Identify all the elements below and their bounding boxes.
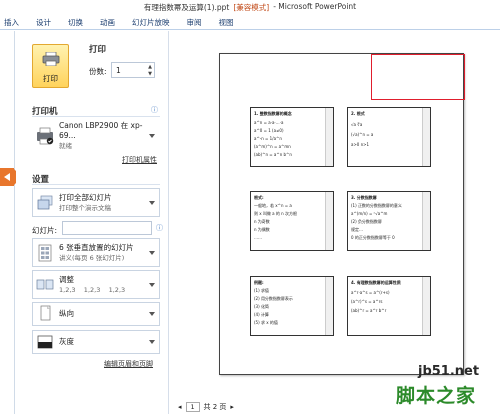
highlight-box [371, 54, 465, 100]
orientation-main: 纵向 [59, 309, 74, 318]
copies-value[interactable]: 1 [116, 66, 121, 75]
orientation-dropdown[interactable]: 纵向 [32, 302, 160, 326]
slide-thumbnail: 根式: 一般地，若 x^n = a 则 x 叫做 a 的 n 次方根 n 为奇数… [250, 191, 334, 251]
tab-transitions[interactable]: 切换 [68, 17, 83, 28]
tab-slideshow[interactable]: 幻灯片放映 [132, 17, 170, 28]
previous-page-icon[interactable]: ◂ [178, 403, 182, 411]
chevron-down-icon [149, 250, 155, 255]
chevron-down-icon [149, 133, 155, 138]
slide-thumbnail: 4. 有理数指数幂的运算性质 a^r·a^s = a^(r+s) (a^r)^s… [347, 276, 431, 336]
all-slides-icon [35, 193, 55, 213]
printer-name: Canon LBP2900 在 xp-69... [59, 120, 143, 140]
print-range-sub: 打印整个演示文稿 [59, 203, 111, 212]
slide-thumbnail: 3. 分数指数幂 (1) 正数的分数指数幂的意义 a^(m/n) = ⁿ√a^m… [347, 191, 431, 251]
copies-stepper[interactable]: 1 ▲ ▼ [111, 62, 155, 78]
print-heading: 打印 [89, 45, 107, 55]
document-name: 有理指数幂及运算(1).ppt [143, 3, 230, 12]
printer-device-icon [35, 126, 55, 146]
chevron-down-icon [149, 200, 155, 205]
slides-input[interactable] [62, 221, 152, 235]
color-dropdown[interactable]: 灰度 [32, 330, 160, 354]
info-icon[interactable]: ⓘ [151, 105, 158, 115]
layout-dropdown[interactable]: 6 张垂直放置的幻灯片 讲义(每页 6 张幻灯片) [32, 238, 160, 267]
slide-thumbnail: 1. 整数指数幂的概念 a^n = a·a·…·a a^0 = 1 (a≠0) … [250, 107, 334, 167]
layout-sub: 讲义(每页 6 张幻灯片) [59, 253, 125, 262]
print-range-main: 打印全部幻灯片 [59, 192, 112, 202]
color-main: 灰度 [59, 337, 74, 346]
tab-animations[interactable]: 动画 [100, 17, 115, 28]
chevron-down-icon [149, 312, 155, 316]
edit-header-footer-link[interactable]: 编辑页眉和页脚 [104, 359, 153, 369]
print-range-dropdown[interactable]: 打印全部幻灯片 打印整个演示文稿 [32, 188, 160, 217]
watermark: jb51.net 脚本之家 [384, 364, 500, 414]
collate-main: 调整 [59, 274, 74, 284]
slide-thumbnail: 例题: (1) 求值 (2) 用分数指数幂表示 (3) 化简 (4) 计算 (5… [250, 276, 334, 336]
ribbon-tabs: 插入 设计 切换 动画 幻灯片放映 审阅 视图 [0, 15, 500, 30]
pointer-arrow-icon [4, 173, 10, 181]
print-button[interactable]: 打印 [32, 44, 69, 88]
collate-dropdown[interactable]: 调整 1,2,3 1,2,3 1,2,3 [32, 270, 160, 299]
info-icon[interactable]: ⓘ [156, 223, 163, 233]
printer-icon [42, 51, 60, 67]
page-total: 共 2 页 [203, 403, 227, 411]
window-title-bar: 有理指数幂及运算(1).ppt [兼容模式] - Microsoft Power… [0, 0, 500, 15]
app-name: - Microsoft PowerPoint [273, 2, 357, 11]
print-settings-panel: 打印 打印 份数: 1 ▲ ▼ 打印机 ⓘ Canon LBP2900 在 xp… [16, 31, 168, 414]
tab-review[interactable]: 审阅 [187, 17, 202, 28]
next-page-icon[interactable]: ▸ [230, 403, 234, 411]
print-preview: 1. 整数指数幂的概念 a^n = a·a·…·a a^0 = 1 (a≠0) … [168, 31, 500, 414]
page-number-input[interactable]: 1 [185, 402, 200, 412]
chevron-down-icon [149, 282, 155, 287]
handout-layout-icon [35, 243, 55, 263]
decrement-icon[interactable]: ▼ [148, 71, 152, 77]
grayscale-icon [35, 332, 55, 352]
tab-view[interactable]: 视图 [219, 17, 234, 28]
layout-main: 6 张垂直放置的幻灯片 [59, 242, 134, 252]
compatibility-mode: [兼容模式] [233, 3, 270, 12]
watermark-site: jb51.net [418, 364, 480, 379]
chevron-down-icon [149, 340, 155, 344]
print-button-label: 打印 [43, 74, 58, 83]
backstage-nav-strip [0, 31, 22, 414]
watermark-text: 脚本之家 [396, 385, 477, 407]
printer-dropdown[interactable]: Canon LBP2900 在 xp-69... 就绪 [32, 121, 160, 150]
tab-design[interactable]: 设计 [36, 17, 51, 28]
slides-label: 幻灯片: [32, 226, 58, 235]
increment-icon[interactable]: ▲ [148, 64, 152, 70]
portrait-icon [35, 304, 55, 324]
copies-label: 份数: [89, 67, 107, 76]
collate-sub: 1,2,3 1,2,3 1,2,3 [59, 285, 126, 294]
tab-insert[interactable]: 插入 [4, 17, 19, 28]
printer-status: 就绪 [59, 141, 72, 150]
printer-properties-link[interactable]: 打印机属性 [122, 155, 157, 165]
page-navigator: ◂ 1 共 2 页 ▸ [178, 402, 234, 412]
slide-thumbnail: 2. 根式 √a ∛a (√a)^n = a a>0 n>1 [347, 107, 431, 167]
preview-page: 1. 整数指数幂的概念 a^n = a·a·…·a a^0 = 1 (a≠0) … [219, 53, 464, 375]
collate-icon [35, 275, 55, 295]
